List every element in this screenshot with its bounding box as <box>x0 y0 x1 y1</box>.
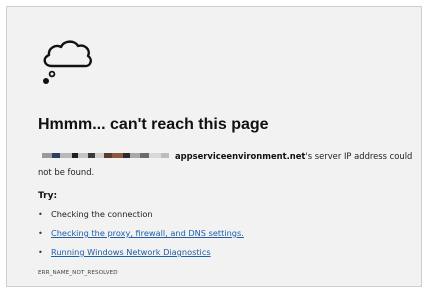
check-proxy-firewall-dns-link[interactable]: Checking the proxy, firewall, and DNS se… <box>51 228 244 238</box>
error-message: appserviceenvironment.net's server IP ad… <box>38 148 413 180</box>
redacted-hostname <box>38 150 174 160</box>
error-code: ERR_NAME_NOT_RESOLVED <box>38 270 118 276</box>
suggestion-check-connection: Checking the connection <box>38 207 244 226</box>
suggestions-list: Checking the connection Checking the pro… <box>38 207 244 264</box>
suggestion-check-proxy-settings: Checking the proxy, firewall, and DNS se… <box>38 226 244 245</box>
hostname: appserviceenvironment.net <box>175 151 306 161</box>
suggestion-label: Checking the connection <box>51 209 153 219</box>
thought-cloud-icon <box>43 40 92 84</box>
run-network-diagnostics-link[interactable]: Running Windows Network Diagnostics <box>51 247 211 257</box>
page-title: Hmmm... can't reach this page <box>38 116 269 133</box>
suggestion-run-diagnostics: Running Windows Network Diagnostics <box>38 245 244 264</box>
try-heading: Try: <box>38 191 58 201</box>
error-page: Hmmm... can't reach this page appservice… <box>6 6 422 287</box>
